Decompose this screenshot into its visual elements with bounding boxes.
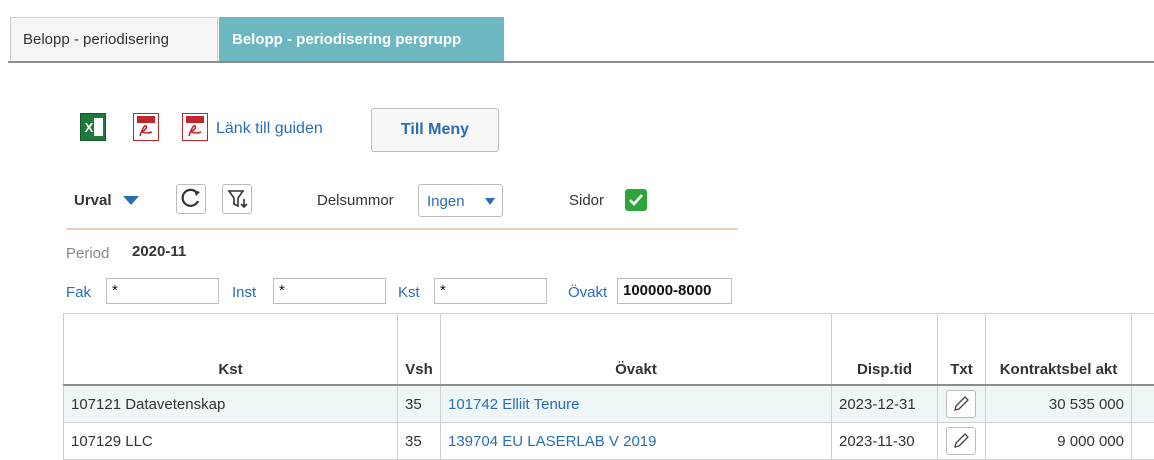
- till-meny-button[interactable]: Till Meny: [371, 108, 499, 152]
- sidor-checkbox[interactable]: [625, 189, 647, 211]
- tab-belopp-periodisering[interactable]: Belopp - periodisering: [10, 17, 218, 61]
- tab-divider-line: [8, 61, 1154, 63]
- inst-input[interactable]: *: [273, 278, 386, 304]
- column-header-kst[interactable]: Kst: [64, 314, 398, 386]
- refresh-icon: [177, 185, 205, 213]
- cell-vsh: 35: [398, 385, 441, 423]
- urval-dropdown-icon[interactable]: [123, 196, 139, 205]
- period-label: Period: [66, 245, 109, 262]
- ovakt-input[interactable]: 100000-8000: [617, 278, 732, 304]
- pencil-icon: [952, 395, 970, 413]
- table-row[interactable]: 107121 Datavetenskap 35 101742 Elliit Te…: [64, 385, 1154, 423]
- pencil-icon: [952, 432, 970, 450]
- column-header-disp-tid[interactable]: Disp.tid: [832, 314, 938, 386]
- cell-kst: 107121 Datavetenskap: [64, 385, 398, 423]
- filter-divider: [66, 228, 738, 230]
- fak-label: Fak: [66, 284, 91, 301]
- kst-input[interactable]: *: [434, 278, 547, 304]
- table-row[interactable]: 107129 LLC 35 139704 EU LASERLAB V 2019 …: [64, 423, 1154, 460]
- cell-disp-tid: 2023-11-30: [832, 423, 938, 460]
- pdf-icon[interactable]: [133, 113, 159, 141]
- results-table: Kst Vsh Övakt Disp.tid Txt Kontraktsbel …: [63, 313, 1154, 460]
- edit-text-button[interactable]: [946, 390, 976, 418]
- filter-button[interactable]: [222, 184, 252, 214]
- funnel-icon: [223, 185, 251, 213]
- column-header-txt[interactable]: Txt: [938, 314, 986, 386]
- tab-belopp-periodisering-pergrupp[interactable]: Belopp - periodisering pergrupp: [219, 17, 504, 61]
- kst-label: Kst: [398, 284, 420, 301]
- period-value: 2020-11: [132, 243, 186, 260]
- delsummor-select[interactable]: Ingen: [418, 184, 503, 217]
- check-icon: [625, 189, 647, 211]
- cell-extra: [1132, 423, 1154, 460]
- column-header-extra: [1132, 314, 1154, 386]
- guide-link[interactable]: Länk till guiden: [216, 120, 323, 138]
- chevron-down-icon: [485, 198, 495, 205]
- column-header-vsh[interactable]: Vsh: [398, 314, 441, 386]
- delsummor-label: Delsummor: [317, 192, 394, 209]
- cell-kst: 107129 LLC: [64, 423, 398, 460]
- cell-txt: [938, 423, 986, 460]
- edit-text-button[interactable]: [946, 427, 976, 455]
- refresh-button[interactable]: [176, 184, 206, 214]
- inst-label: Inst: [232, 284, 256, 301]
- delsummor-value: Ingen: [427, 193, 465, 210]
- cell-ovakt-link[interactable]: 139704 EU LASERLAB V 2019: [441, 423, 832, 460]
- urval-label[interactable]: Urval: [74, 192, 112, 209]
- fak-input[interactable]: *: [106, 278, 219, 304]
- cell-disp-tid: 2023-12-31: [832, 385, 938, 423]
- sidor-label: Sidor: [569, 192, 604, 209]
- cell-kontraktsbel: 9 000 000: [986, 423, 1132, 460]
- table-header-row: Kst Vsh Övakt Disp.tid Txt Kontraktsbel …: [64, 314, 1154, 386]
- cell-ovakt-link[interactable]: 101742 Elliit Tenure: [441, 385, 832, 423]
- pdf-guide-icon[interactable]: [182, 113, 208, 141]
- column-header-ovakt[interactable]: Övakt: [441, 314, 832, 386]
- cell-txt: [938, 385, 986, 423]
- excel-icon[interactable]: X: [80, 113, 106, 141]
- cell-vsh: 35: [398, 423, 441, 460]
- column-header-kontraktsbel[interactable]: Kontraktsbel akt: [986, 314, 1132, 386]
- cell-kontraktsbel: 30 535 000: [986, 385, 1132, 423]
- svg-text:X: X: [85, 120, 94, 135]
- ovakt-label: Övakt: [568, 284, 607, 301]
- cell-extra: [1132, 385, 1154, 423]
